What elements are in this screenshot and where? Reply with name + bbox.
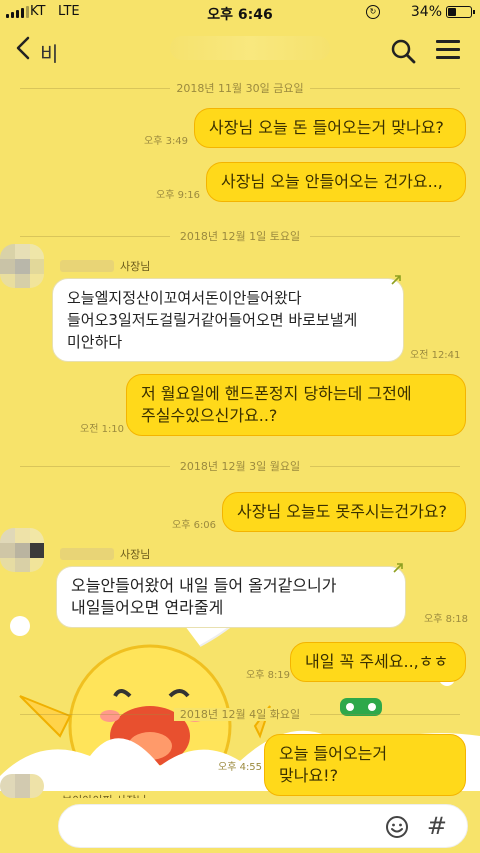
hash-button[interactable]: #: [427, 812, 447, 840]
emoji-button[interactable]: [385, 815, 409, 839]
blurred-sender: [60, 548, 114, 560]
message-time: 오후 8:18: [424, 614, 469, 625]
message-bubble-sent[interactable]: 저 월요일에 핸드폰정지 당하는데 그전에 주실수있으신가요..?: [126, 374, 466, 436]
clock: 오후 6:46: [207, 7, 273, 23]
message-bubble-sent[interactable]: 사장님 오늘 돈 들어오는거 맞나요?: [194, 108, 466, 148]
message-time: 오후 4:55: [218, 762, 263, 773]
date-divider: 2018년 12월 1일 토요일: [20, 228, 460, 244]
message-time: 오전 1:10: [80, 424, 125, 435]
search-icon: [391, 39, 416, 64]
message-bubble-received[interactable]: 오늘엘지정산이꼬여서돈이안들어왔다 들어오3일저도걸릴거같어들어오면 바로보낼게…: [52, 278, 404, 362]
message-bubble-sent[interactable]: 사장님 오늘도 못주시는건가요?: [222, 492, 466, 532]
status-bar: KT LTE 오후 6:46 ↻ 34%: [0, 0, 480, 26]
rotation-lock-icon: ↻: [366, 5, 380, 19]
emoji-icon: [386, 816, 408, 838]
avatar[interactable]: [0, 528, 44, 572]
sender-name: 사장님: [120, 548, 151, 561]
message-time: 오후 6:06: [172, 520, 217, 531]
avatar[interactable]: [0, 774, 44, 798]
date-divider: 2018년 11월 30일 금요일: [20, 80, 460, 96]
message-time: 오후 8:19: [246, 670, 291, 681]
date-divider: 2018년 12월 3일 월요일: [20, 458, 460, 474]
chevron-left-icon: [16, 36, 30, 60]
battery-percent: 34%: [410, 4, 442, 20]
blurred-sender: [60, 260, 114, 272]
battery-icon: [446, 6, 475, 18]
back-button[interactable]: [16, 36, 30, 66]
blurred-title: [170, 36, 330, 60]
message-time: 오후 9:16: [156, 190, 201, 201]
message-time: 오전 12:41: [410, 350, 461, 361]
chat-header: 비: [0, 26, 480, 76]
message-input[interactable]: #: [58, 804, 468, 848]
input-bar: #: [0, 798, 480, 853]
menu-button[interactable]: [436, 40, 460, 60]
date-divider: 2018년 12월 4일 화요일: [20, 706, 460, 722]
message-time: 오후 3:49: [144, 136, 189, 147]
chat-room-title: 비: [40, 42, 59, 66]
hash-icon: #: [426, 812, 447, 840]
message-bubble-sent[interactable]: 오늘 들어오는거 맞나요!?: [264, 734, 466, 796]
message-bubble-received[interactable]: 오늘안들어왔어 내일 들어 올거같으니가 내일들어오면 연라줄게: [56, 566, 406, 628]
search-button[interactable]: [390, 38, 416, 64]
message-bubble-sent[interactable]: 사장님 오늘 안들어오는 건가요..,: [206, 162, 466, 202]
reply-arrow-icon[interactable]: [390, 274, 402, 286]
avatar[interactable]: [0, 244, 44, 288]
reply-arrow-icon[interactable]: [392, 562, 404, 574]
sender-name: 사장님: [120, 260, 151, 273]
message-bubble-sent[interactable]: 내일 꼭 주세요..,ㅎㅎ: [290, 642, 466, 682]
chat-log[interactable]: 2018년 11월 30일 금요일 오후 3:49 사장님 오늘 돈 들어오는거…: [0, 76, 480, 807]
